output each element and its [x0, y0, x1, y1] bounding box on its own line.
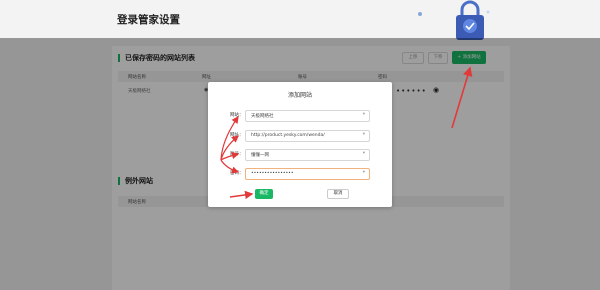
password-value: ••••••••••••••••	[251, 171, 294, 176]
chevron-down-icon: ▾	[362, 170, 365, 175]
url-label: 网址：	[230, 133, 244, 138]
chevron-down-icon: ▾	[362, 151, 365, 156]
chevron-down-icon: ▾	[362, 112, 365, 117]
lock-illustration	[456, 0, 490, 40]
chevron-down-icon: ▾	[362, 132, 365, 137]
dialog-title: 添加网站	[287, 92, 312, 99]
password-row: 密码： •••••••••••••••• ▾	[225, 168, 385, 180]
decor-dot	[418, 12, 422, 16]
ok-button[interactable]: 确定	[255, 189, 273, 199]
url-row: 网址： http://product.yesky.com/wenda/ ▾	[225, 130, 385, 142]
site-name-value: 天极网络社	[251, 114, 274, 119]
page-header: 登录管家设置	[0, 0, 600, 40]
page-title: 登录管家设置	[117, 14, 180, 26]
password-label: 密码：	[230, 171, 244, 176]
site-name-row: 网站： 天极网络社 ▾	[225, 110, 385, 122]
site-name-field[interactable]: 天极网络社 ▾	[245, 110, 370, 122]
account-field[interactable]: 懂懂一网 ▾	[245, 149, 370, 161]
password-field[interactable]: •••••••••••••••• ▾	[245, 168, 370, 180]
url-value: http://product.yesky.com/wenda/	[251, 133, 325, 138]
site-name-label: 网站：	[230, 113, 244, 118]
cancel-button[interactable]: 取消	[327, 189, 349, 199]
url-field[interactable]: http://product.yesky.com/wenda/ ▾	[245, 130, 370, 142]
account-value: 懂懂一网	[251, 153, 269, 158]
account-row: 账号： 懂懂一网 ▾	[225, 149, 385, 161]
account-label: 账号：	[230, 152, 244, 157]
add-site-dialog: 添加网站 网站： 天极网络社 ▾ 网址： http://product.yesk…	[208, 82, 392, 207]
